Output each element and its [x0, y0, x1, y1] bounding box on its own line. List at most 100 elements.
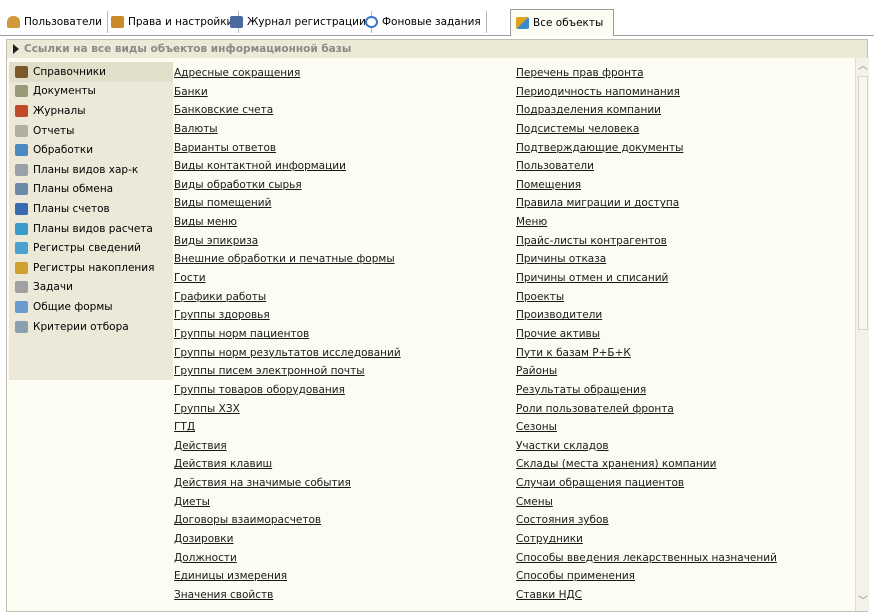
sidebar-item-label: Документы	[33, 85, 96, 98]
sidebar-item[interactable]: Задачи	[9, 278, 173, 298]
object-link[interactable]: Группы товаров оборудования	[174, 381, 401, 400]
tab-permissions[interactable]: Права и настройки	[106, 11, 240, 33]
object-link[interactable]: Дозировки	[174, 530, 401, 549]
object-link[interactable]: Пути к базам Р+Б+К	[516, 344, 777, 363]
objects-panel: Ссылки на все виды объектов информационн…	[6, 39, 869, 612]
object-link[interactable]: Гости	[174, 269, 401, 288]
object-link[interactable]: Варианты ответов	[174, 139, 401, 158]
object-link[interactable]: Сезоны	[516, 418, 777, 437]
sidebar-item[interactable]: Критерии отбора	[9, 317, 173, 337]
filter-icon	[15, 320, 28, 333]
tab-all-objects[interactable]: Все объекты	[510, 9, 614, 36]
sidebar-item[interactable]: Планы видов расчета	[9, 219, 173, 239]
expand-triangle-icon[interactable]	[13, 44, 19, 54]
object-link[interactable]: Виды эпикриза	[174, 232, 401, 251]
form-icon	[15, 300, 28, 313]
object-link[interactable]: Сотрудники	[516, 530, 777, 549]
scroll-up-icon[interactable]: ︿	[857, 60, 869, 74]
object-link[interactable]: Действия клавиш	[174, 455, 401, 474]
tab-log[interactable]: Журнал регистрации	[225, 11, 372, 33]
tab-label: Права и настройки	[128, 16, 234, 28]
log-icon	[230, 16, 243, 28]
object-link[interactable]: Состояния зубов	[516, 511, 777, 530]
object-link[interactable]: Банковские счета	[174, 101, 401, 120]
sidebar-item[interactable]: Журналы	[9, 101, 173, 121]
object-link[interactable]: Перечень прав фронта	[516, 64, 777, 83]
object-link[interactable]: Подтверждающие документы	[516, 139, 777, 158]
sidebar-item[interactable]: Обработки	[9, 140, 173, 160]
sidebar-item[interactable]: Планы обмена	[9, 180, 173, 200]
sidebar-item[interactable]: Общие формы	[9, 297, 173, 317]
object-link[interactable]: Ставки НДС	[516, 586, 777, 605]
object-link[interactable]: Периодичность напоминания	[516, 83, 777, 102]
object-link[interactable]: Причины отмен и списаний	[516, 269, 777, 288]
sidebar-item[interactable]: Документы	[9, 82, 173, 102]
object-link[interactable]: Участки складов	[516, 437, 777, 456]
object-link[interactable]: Прайс-листы контрагентов	[516, 232, 777, 251]
tab-bar: Пользователи Права и настройки Журнал ре…	[0, 0, 874, 36]
object-link[interactable]: Действия	[174, 437, 401, 456]
object-link[interactable]: ГТД	[174, 418, 401, 437]
tab-users[interactable]: Пользователи	[2, 11, 108, 33]
object-link[interactable]: Причины отказа	[516, 250, 777, 269]
object-link[interactable]: Подразделения компании	[516, 101, 777, 120]
scroll-down-icon[interactable]: ﹀	[857, 595, 869, 609]
object-link[interactable]: Помещения	[516, 176, 777, 195]
object-link[interactable]: Внешние обработки и печатные формы	[174, 250, 401, 269]
object-link[interactable]: Адресные сокращения	[174, 64, 401, 83]
sidebar-item[interactable]: Регистры сведений	[9, 238, 173, 258]
object-link[interactable]: Производители	[516, 306, 777, 325]
object-link[interactable]: Районы	[516, 362, 777, 381]
sidebar-item[interactable]: Планы счетов	[9, 199, 173, 219]
object-link[interactable]: Договоры взаиморасчетов	[174, 511, 401, 530]
object-link[interactable]: Способы применения	[516, 567, 777, 586]
object-link[interactable]: Группы писем электронной почты	[174, 362, 401, 381]
object-link[interactable]: Банки	[174, 83, 401, 102]
exchange-icon	[15, 183, 28, 196]
sidebar-item[interactable]: Отчеты	[9, 121, 173, 141]
object-link[interactable]: Графики работы	[174, 288, 401, 307]
object-link[interactable]: Виды помещений	[174, 194, 401, 213]
object-link[interactable]: Результаты обращения	[516, 381, 777, 400]
object-link[interactable]: Должности	[174, 549, 401, 568]
object-link[interactable]: Правила миграции и доступа	[516, 194, 777, 213]
object-link[interactable]: Проекты	[516, 288, 777, 307]
object-link[interactable]: Действия на значимые события	[174, 474, 401, 493]
sidebar-item[interactable]: Справочники	[9, 62, 173, 82]
object-link[interactable]: Единицы измерения	[174, 567, 401, 586]
object-link[interactable]: Виды контактной информации	[174, 157, 401, 176]
calc-types-icon	[15, 222, 28, 235]
object-link[interactable]: Группы норм пациентов	[174, 325, 401, 344]
object-link[interactable]: Группы ХЗХ	[174, 400, 401, 419]
tab-label: Журнал регистрации	[247, 16, 366, 28]
object-link[interactable]: Подсистемы человека	[516, 120, 777, 139]
journal-icon	[15, 104, 28, 117]
object-link[interactable]: Виды обработки сырья	[174, 176, 401, 195]
sidebar-item-label: Планы обмена	[33, 183, 114, 196]
object-link[interactable]: Группы здоровья	[174, 306, 401, 325]
object-link[interactable]: Диеты	[174, 493, 401, 512]
object-link[interactable]: Смены	[516, 493, 777, 512]
vertical-scrollbar[interactable]: ︿ ﹀	[855, 58, 869, 611]
object-link[interactable]: Меню	[516, 213, 777, 232]
object-link[interactable]: Случаи обращения пациентов	[516, 474, 777, 493]
object-link[interactable]: Группы норм результатов исследований	[174, 344, 401, 363]
scroll-thumb[interactable]	[858, 76, 868, 330]
accum-register-icon	[15, 261, 28, 274]
tab-background-jobs[interactable]: Фоновые задания	[360, 11, 487, 33]
sidebar-item-label: Планы счетов	[33, 202, 110, 215]
tab-label: Пользователи	[24, 16, 102, 28]
sidebar-item-label: Общие формы	[33, 300, 113, 313]
section-header[interactable]: Ссылки на все виды объектов информационн…	[7, 40, 867, 58]
object-link[interactable]: Склады (места хранения) компании	[516, 455, 777, 474]
object-link[interactable]: Пользователи	[516, 157, 777, 176]
object-link[interactable]: Прочие активы	[516, 325, 777, 344]
object-link[interactable]: Виды меню	[174, 213, 401, 232]
sidebar-item-label: Планы видов расчета	[33, 222, 153, 235]
object-link[interactable]: Значения свойств	[174, 586, 401, 605]
object-link[interactable]: Способы введения лекарственных назначени…	[516, 549, 777, 568]
sidebar-item[interactable]: Регистры накопления	[9, 258, 173, 278]
sidebar-item[interactable]: Планы видов хар-к	[9, 160, 173, 180]
object-link[interactable]: Роли пользователей фронта	[516, 400, 777, 419]
object-link[interactable]: Валюты	[174, 120, 401, 139]
